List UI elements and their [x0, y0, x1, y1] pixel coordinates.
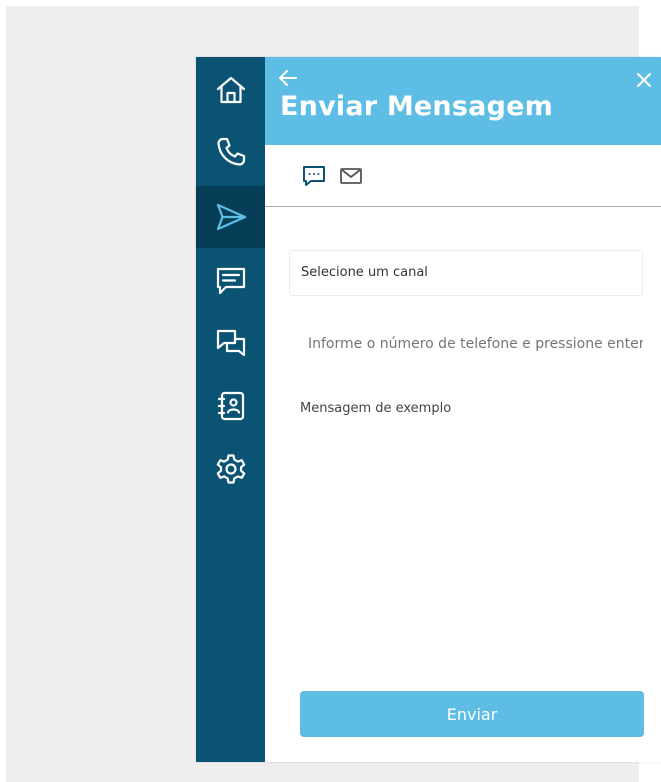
sidebar-item-contacts[interactable] — [196, 375, 265, 437]
gear-icon — [216, 454, 245, 484]
sms-icon[interactable] — [301, 164, 327, 188]
channel-select[interactable]: Selecione um canal — [289, 250, 643, 296]
sidebar-item-settings[interactable] — [196, 438, 265, 500]
sidebar-item-chat[interactable] — [196, 313, 265, 375]
channel-tabs — [265, 145, 661, 207]
home-icon — [216, 76, 245, 104]
header: Enviar Mensagem — [265, 57, 661, 145]
contacts-icon — [217, 391, 244, 421]
email-icon[interactable] — [338, 164, 364, 188]
send-message-widget: Enviar Mensagem Selecione um canal Mensa… — [196, 57, 661, 762]
message-textarea[interactable]: Mensagem de exemplo — [300, 399, 640, 679]
chat-icon — [216, 329, 245, 357]
sidebar-item-send[interactable] — [196, 186, 265, 248]
sidebar-item-phone[interactable] — [196, 121, 265, 183]
message-icon — [216, 267, 245, 295]
send-button[interactable]: Enviar — [300, 691, 644, 737]
phone-input[interactable] — [308, 332, 643, 356]
arrow-left-icon[interactable] — [277, 67, 299, 89]
page-title: Enviar Mensagem — [280, 91, 553, 122]
sidebar — [196, 57, 265, 762]
send-icon — [216, 203, 246, 231]
close-icon[interactable] — [633, 69, 655, 91]
sidebar-item-home[interactable] — [196, 59, 265, 121]
phone-icon — [216, 137, 245, 166]
sidebar-item-messages[interactable] — [196, 250, 265, 312]
